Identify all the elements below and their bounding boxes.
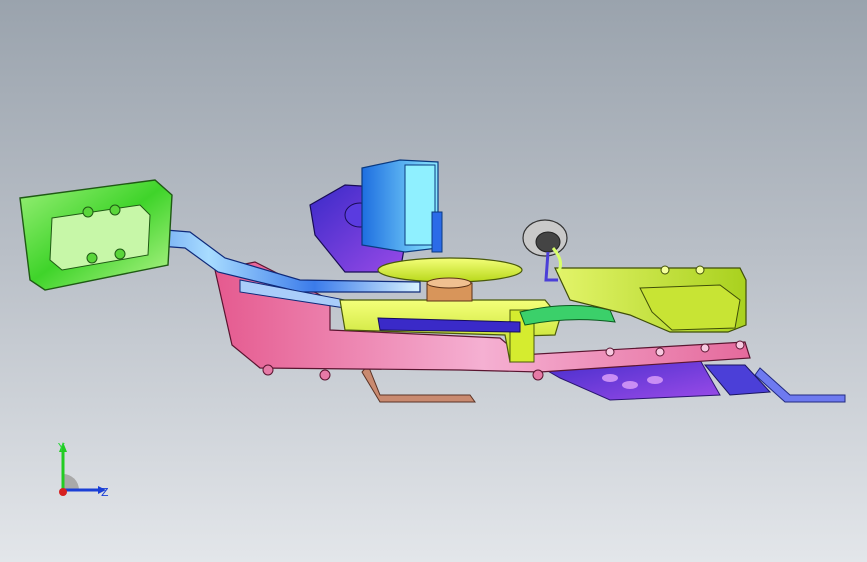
y-axis-label: Y [58,441,65,454]
triad-plane-icon [63,474,79,490]
graphics-viewport[interactable]: Y Z [0,0,867,562]
cad-model[interactable] [0,0,867,562]
bronze-bushing[interactable] [426,277,473,302]
x-axis-icon [59,488,67,496]
axis-triad [59,442,106,496]
z-axis-label: Z [101,486,109,499]
lower-bracket-right[interactable] [703,364,846,403]
pedal-pad[interactable] [19,179,173,291]
cyan-block[interactable] [361,159,443,253]
right-housing[interactable] [554,265,747,333]
